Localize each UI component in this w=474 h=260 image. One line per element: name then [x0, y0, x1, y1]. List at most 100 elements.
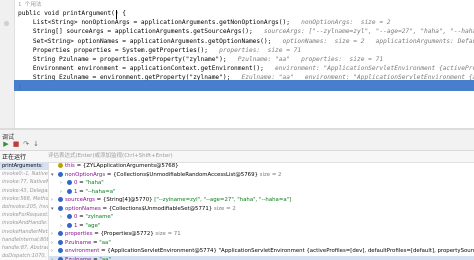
stack-frame-item[interactable]: invokeForRequest:150 — [0, 211, 48, 219]
stack-frame-item[interactable]: doDispatch:1070, DispatcherServlet — [0, 252, 48, 260]
expand-arrow-icon[interactable]: › — [60, 179, 67, 188]
stack-frame-item[interactable]: invoke:77, NativeMethodAccessorImpl — [0, 178, 48, 186]
variable-row[interactable]: › sourceArgs = {String[4]@5770} ["--zylna… — [49, 196, 474, 205]
stop-icon[interactable]: ■ — [12, 140, 20, 148]
inline-debug-value: optionNames: size = 2 applicationArgumen… — [282, 37, 474, 45]
variable-name: Pzulname — [65, 239, 93, 246]
expand-arrow-icon[interactable]: › — [60, 222, 67, 231]
stack-frame-item[interactable]: invokeAndHandle:117 — [0, 219, 48, 227]
evaluate-expression-placeholder: 评估表达式(Enter)或添加监视(Ctrl+Shift+Enter) — [48, 153, 173, 159]
variables-tree[interactable]: this = {ZYLApplicationArguments@5768} ▾ no… — [49, 162, 474, 260]
inline-debug-value: properties: size = 71 — [208, 46, 302, 54]
expand-arrow-icon[interactable]: › — [51, 196, 58, 205]
variable-name: properties — [65, 231, 95, 237]
variable-string-value: "haha" — [85, 180, 104, 186]
text-caret — [116, 10, 117, 19]
variable-string-value: "aa" — [99, 256, 111, 260]
variable-value: = {Collections$UnmodifiableRandomAccessL… — [106, 171, 258, 178]
debug-toolbar: 调试 ▶ ■ ↷ ↓ — [0, 130, 474, 151]
variable-row[interactable]: › 0 = "zylname" — [49, 213, 474, 222]
variable-name: environment — [65, 248, 102, 254]
field-icon — [58, 256, 63, 260]
inline-debug-value: Pzulname: "aa" properties: size = 71 — [226, 56, 384, 63]
variable-value: = {ZYLApplicationArguments@5768} — [76, 163, 179, 169]
variable-value: = {Properties@5772} — [94, 231, 154, 237]
stack-frame-item[interactable]: invoke:568, Method — [0, 195, 48, 203]
current-execution-line — [14, 80, 474, 91]
evaluate-expression-input[interactable]: 评估表达式(Enter)或添加监视(Ctrl+Shift+Enter) — [48, 151, 468, 161]
stack-frame-item[interactable]: handle:87, AbstractHandler — [0, 244, 48, 252]
code-text: public void printArgument() { — [18, 10, 127, 17]
resume-icon[interactable]: ▶ — [2, 140, 10, 148]
field-icon — [58, 248, 63, 253]
variable-row[interactable]: › Pzulname = "aa" — [49, 239, 474, 248]
expand-arrow-icon[interactable]: › — [60, 213, 67, 222]
code-text: Properties properties = System.getProper… — [18, 46, 208, 54]
code-text: Environment environment = applicationCon… — [18, 65, 264, 73]
code-text: String Pzulname = properties.getProperty… — [18, 56, 227, 63]
collapse-arrow-icon[interactable]: ▾ — [51, 205, 58, 214]
field-icon — [58, 231, 63, 236]
variable-name: nonOptionArgs — [65, 171, 107, 178]
frames-title: 正在运行 — [2, 154, 27, 161]
variable-row[interactable]: › 1 = "age" — [49, 222, 474, 231]
variable-string-value: "aa" — [99, 239, 111, 246]
variable-row[interactable]: › properties = {Properties@5772} size = 7… — [49, 230, 474, 239]
field-icon — [58, 205, 63, 211]
field-icon — [67, 180, 72, 185]
variable-size: size = 71 — [153, 231, 181, 237]
field-icon — [58, 163, 63, 168]
expand-arrow-icon[interactable]: › — [60, 188, 67, 197]
variable-name: Ezulname — [65, 256, 94, 260]
field-icon — [67, 188, 72, 194]
field-icon — [58, 197, 63, 202]
variable-string-value: "zylname" — [85, 214, 114, 220]
step-over-icon[interactable]: ↷ — [22, 140, 30, 148]
variable-string-value: ["--zylname=zyl", "--age=27", "haha", "-… — [152, 197, 292, 203]
stack-frame-item[interactable]: handleInternal:808 — [0, 236, 48, 244]
breakpoint-gutter-mark[interactable] — [3, 12, 10, 27]
variable-row[interactable]: ▾ nonOptionArgs = {Collections$Unmodifiab… — [49, 171, 474, 180]
field-icon — [67, 222, 72, 228]
variable-row[interactable]: › environment = {ApplicationServletEnviro… — [49, 247, 474, 256]
inline-debug-value: sourceArgs: ["--zylname=zyl", "--age=27"… — [252, 28, 474, 36]
stack-frame-item[interactable]: doInvoke:205, InvocableHandlerMethod — [0, 203, 48, 211]
field-icon — [67, 214, 72, 219]
stack-frame-item[interactable]: invokeHandlerMethod:895 — [0, 228, 48, 236]
variable-row[interactable]: › Ezulname = "aa" — [49, 255, 474, 260]
variable-row[interactable]: › 0 = "haha" — [49, 179, 474, 188]
variable-size: size = 2 — [212, 205, 236, 212]
stack-frame-item[interactable]: printArguments: — [0, 162, 48, 171]
expand-arrow-icon[interactable]: › — [51, 239, 58, 248]
variable-name: sourceArgs — [65, 197, 97, 203]
editor-gutter[interactable] — [0, 0, 15, 130]
code-editor[interactable]: 1 个用法 public void printArgument() { List… — [0, 0, 474, 130]
frames-list[interactable]: printArguments:invoke0:-1, NativeMethodA… — [0, 162, 49, 260]
method-icon — [3, 20, 10, 27]
variable-value: = {String[4]@5770} — [96, 197, 153, 203]
stack-frame-item[interactable]: invoke0:-1, NativeMethodAccessorImpl — [0, 170, 48, 178]
collapse-arrow-icon[interactable]: ▾ — [51, 171, 58, 180]
code-text: List<String> nonOptionArgs = application… — [18, 19, 290, 27]
expand-arrow-icon[interactable]: › — [51, 256, 58, 260]
stack-frame-item[interactable]: invoke:43, DelegatingMethodAccessorImpl — [0, 187, 48, 195]
variable-value: = {ApplicationServletEnvironment@5774} "… — [101, 248, 474, 254]
variable-string-value: "age" — [85, 222, 101, 229]
variable-name: this — [65, 163, 77, 169]
variable-row[interactable]: ▾ optionNames = {Collections$Unmodifiable… — [49, 205, 474, 214]
variable-size: size = 2 — [257, 171, 282, 178]
field-icon — [58, 171, 63, 177]
inline-debug-value: nonOptionArgs: size = 2 — [289, 19, 391, 27]
field-icon — [58, 239, 63, 245]
code-text: String[] sourceArgs = applicationArgumen… — [18, 28, 253, 36]
code-text: Set<String> optionNames = applicationArg… — [18, 37, 272, 45]
variable-name: optionNames — [65, 205, 103, 212]
variable-string-value: "--haha=a" — [85, 188, 116, 195]
variable-row[interactable]: this = {ZYLApplicationArguments@5768} — [49, 162, 474, 171]
expand-arrow-icon[interactable]: › — [51, 230, 58, 239]
inline-debug-value: environment: "ApplicationServletEnvironm… — [275, 65, 474, 73]
step-into-icon[interactable]: ↓ — [32, 140, 40, 148]
expand-arrow-icon[interactable]: › — [51, 247, 58, 256]
variable-row[interactable]: › 1 = "--haha=a" — [49, 188, 474, 197]
variable-value: = {Collections$UnmodifiableSet@5771} — [102, 205, 213, 212]
